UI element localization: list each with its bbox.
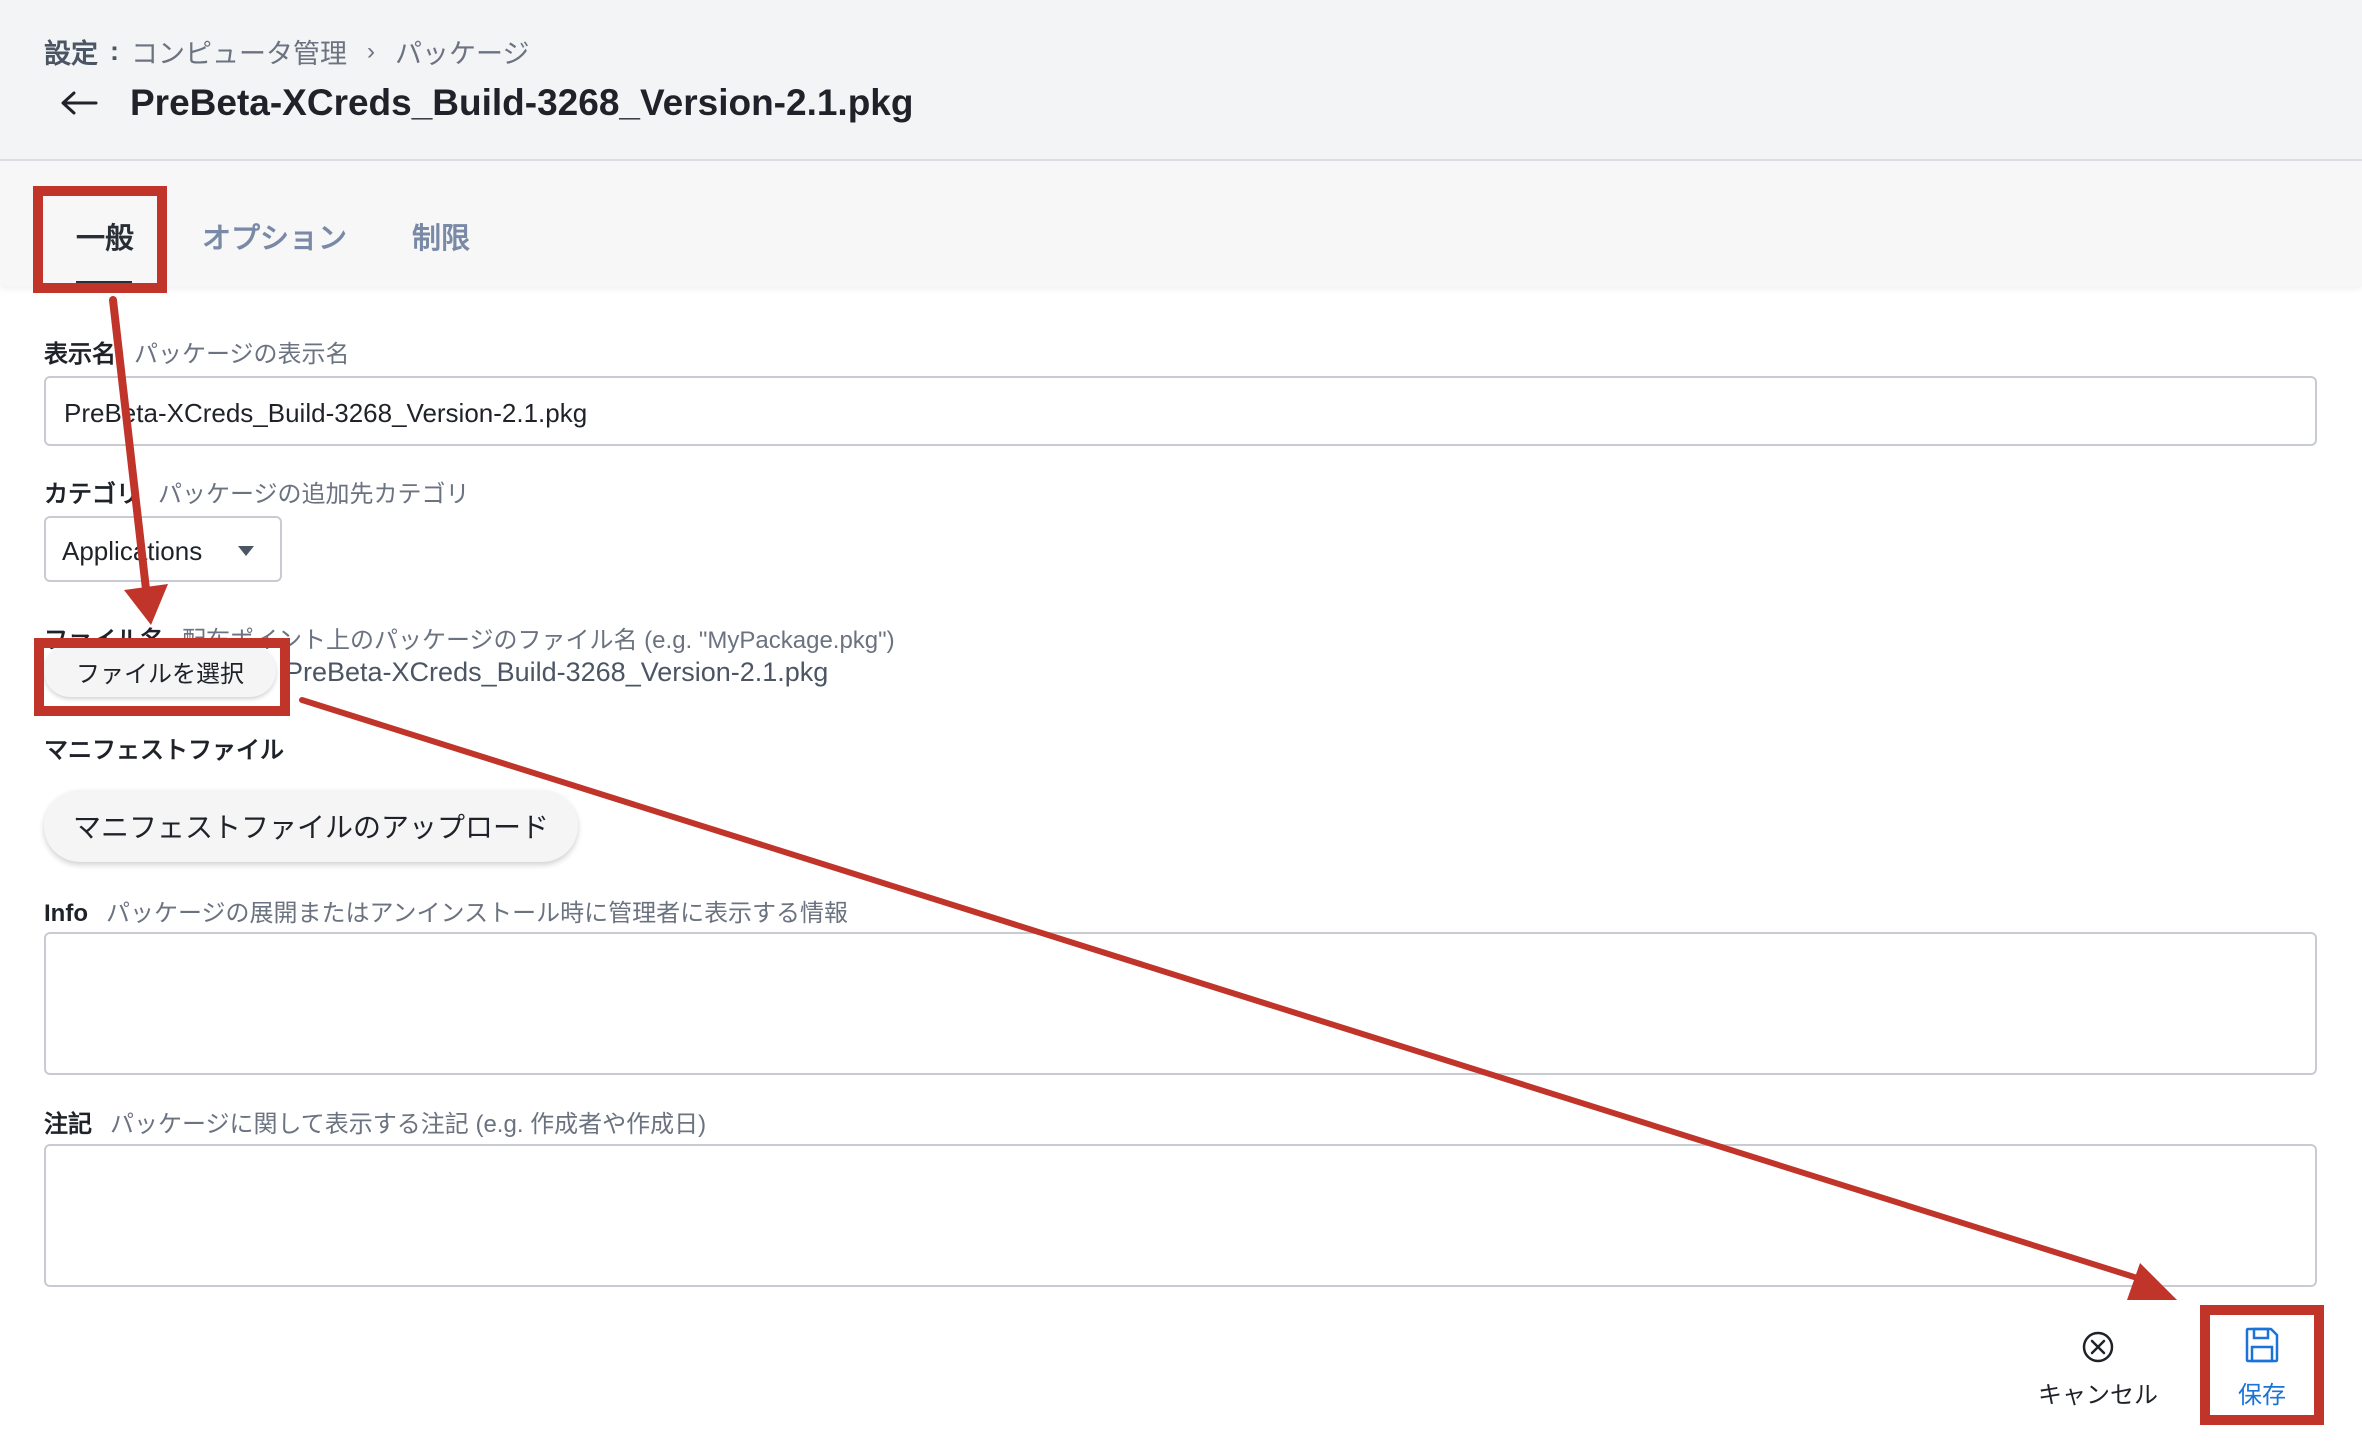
display-name-input[interactable]: PreBeta-XCreds_Build-3268_Version-2.1.pk…: [44, 376, 2317, 446]
annotation-arrowhead-file: [124, 584, 168, 625]
notes-hint: パッケージに関して表示する注記 (e.g. 作成者や作成日): [110, 1111, 707, 1138]
save-button[interactable]: 保存: [2210, 1326, 2314, 1410]
tab-bar: [0, 161, 2362, 286]
breadcrumb-current: パッケージ: [395, 39, 530, 69]
active-tab-indicator: [76, 281, 132, 285]
choose-file-button[interactable]: ファイルを選択: [44, 645, 276, 697]
info-label: Info: [44, 900, 88, 927]
manifest-label-row: マニフェストファイル: [44, 730, 302, 765]
info-label-row: Info パッケージの展開またはアンインストール時に管理者に表示する情報: [44, 893, 848, 928]
category-label: カテゴリ: [44, 481, 140, 508]
display-name-value: PreBeta-XCreds_Build-3268_Version-2.1.pk…: [64, 398, 588, 428]
save-icon: [2244, 1326, 2280, 1369]
display-name-label-row: 表示名 パッケージの表示名: [44, 334, 350, 369]
display-name-hint: パッケージの表示名: [134, 341, 350, 368]
page-header: 設定 : コンピュータ管理 › パッケージ PreBeta-XCreds_Bui…: [0, 0, 2362, 161]
tab-general[interactable]: 一般: [76, 215, 134, 257]
category-select[interactable]: Applications: [44, 516, 282, 582]
breadcrumb-section[interactable]: コンピュータ管理: [131, 32, 347, 71]
category-value: Applications: [62, 536, 203, 566]
info-hint: パッケージの展開またはアンインストール時に管理者に表示する情報: [105, 900, 849, 927]
category-hint: パッケージの追加先カテゴリ: [158, 481, 470, 508]
cancel-button[interactable]: キャンセル: [2030, 1330, 2166, 1410]
selected-file-name: PreBeta-XCreds_Build-3268_Version-2.1.pk…: [285, 657, 829, 687]
arrow-left-icon[interactable]: [60, 88, 100, 118]
display-name-label: 表示名: [44, 341, 116, 368]
breadcrumb-separator: :: [110, 36, 119, 66]
notes-label-row: 注記 パッケージに関して表示する注記 (e.g. 作成者や作成日): [44, 1104, 706, 1139]
caret-down-icon: [238, 546, 254, 556]
tab-restrictions[interactable]: 制限: [412, 215, 470, 257]
breadcrumb-root[interactable]: 設定: [44, 32, 98, 71]
upload-manifest-button[interactable]: マニフェストファイルのアップロード: [44, 790, 578, 862]
manifest-label: マニフェストファイル: [44, 737, 284, 764]
filename-hint: 配布ポイント上のパッケージのファイル名 (e.g. "MyPackage.pkg…: [182, 627, 895, 654]
chevron-right-icon: ›: [367, 37, 375, 65]
notes-textarea[interactable]: [44, 1144, 2317, 1287]
close-circle-icon: [2081, 1330, 2115, 1369]
tab-options[interactable]: オプション: [202, 215, 347, 257]
save-label: 保存: [2238, 1382, 2286, 1409]
page-title: PreBeta-XCreds_Build-3268_Version-2.1.pk…: [130, 82, 914, 123]
cancel-label: キャンセル: [2038, 1382, 2158, 1409]
category-label-row: カテゴリ パッケージの追加先カテゴリ: [44, 474, 470, 509]
notes-label: 注記: [44, 1111, 92, 1138]
breadcrumb: 設定 : コンピュータ管理 › パッケージ: [44, 32, 529, 71]
info-textarea[interactable]: [44, 932, 2317, 1075]
